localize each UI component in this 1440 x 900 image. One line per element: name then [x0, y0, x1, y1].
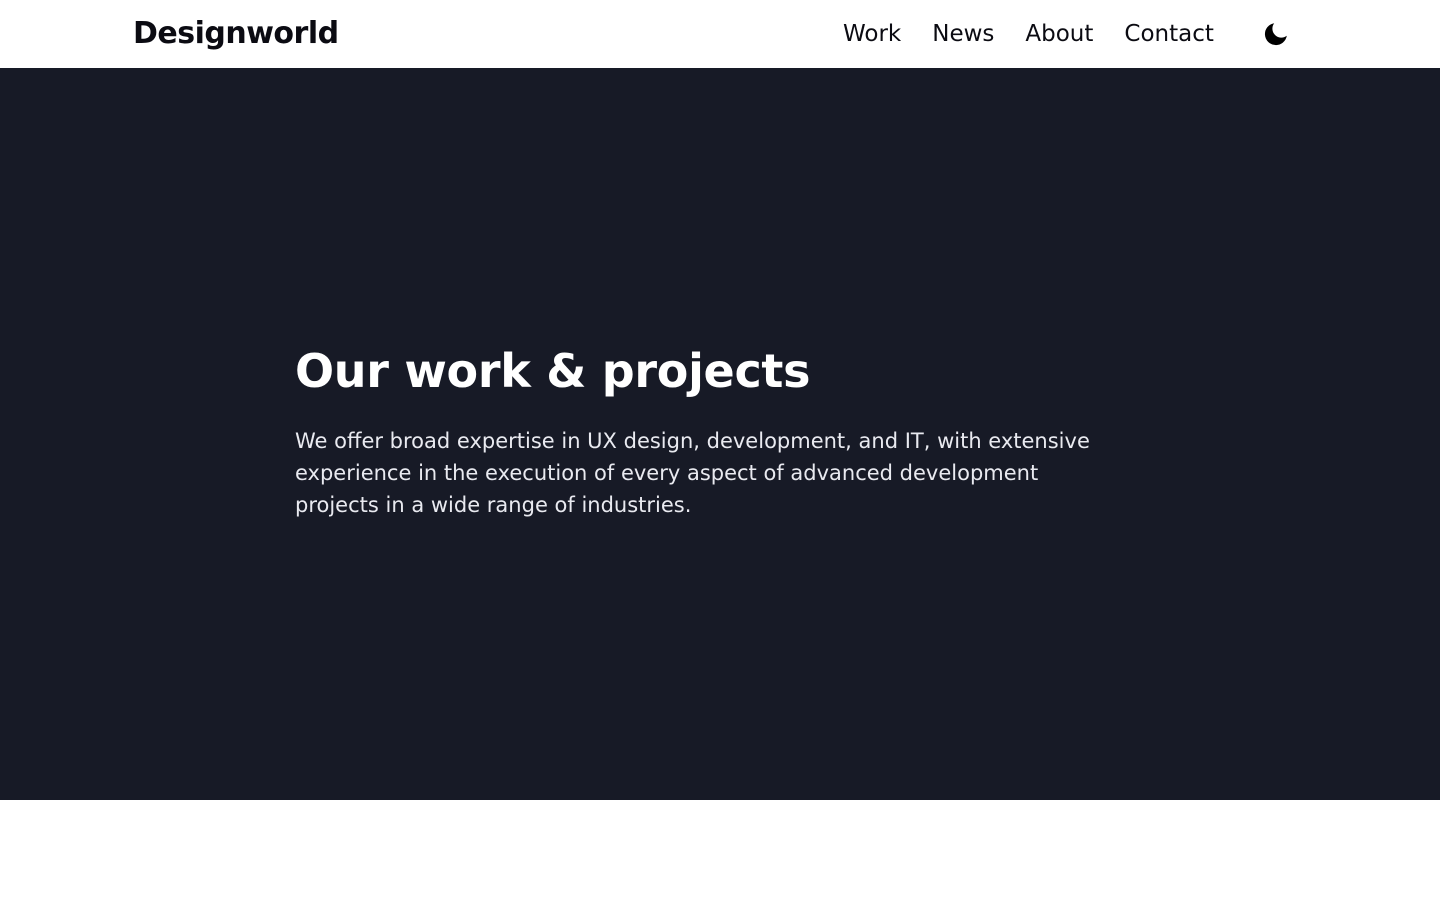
hero-section: Our work & projects We offer broad exper… — [0, 68, 1440, 800]
nav-link-work[interactable]: Work — [843, 16, 901, 52]
nav-link-contact[interactable]: Contact — [1124, 16, 1213, 52]
site-logo[interactable]: Designworld — [133, 14, 339, 54]
main-nav: Work News About Contact — [843, 16, 1214, 52]
nav-link-about[interactable]: About — [1025, 16, 1093, 52]
hero-description: We offer broad expertise in UX design, d… — [295, 429, 1090, 517]
moon-icon — [1264, 23, 1287, 46]
nav-link-news[interactable]: News — [932, 16, 994, 52]
theme-toggle-button[interactable] — [1262, 20, 1290, 48]
page-content-area — [0, 800, 1440, 900]
site-header: Designworld Work News About Contact — [0, 0, 1440, 68]
hero-title: Our work & projects — [295, 344, 811, 398]
